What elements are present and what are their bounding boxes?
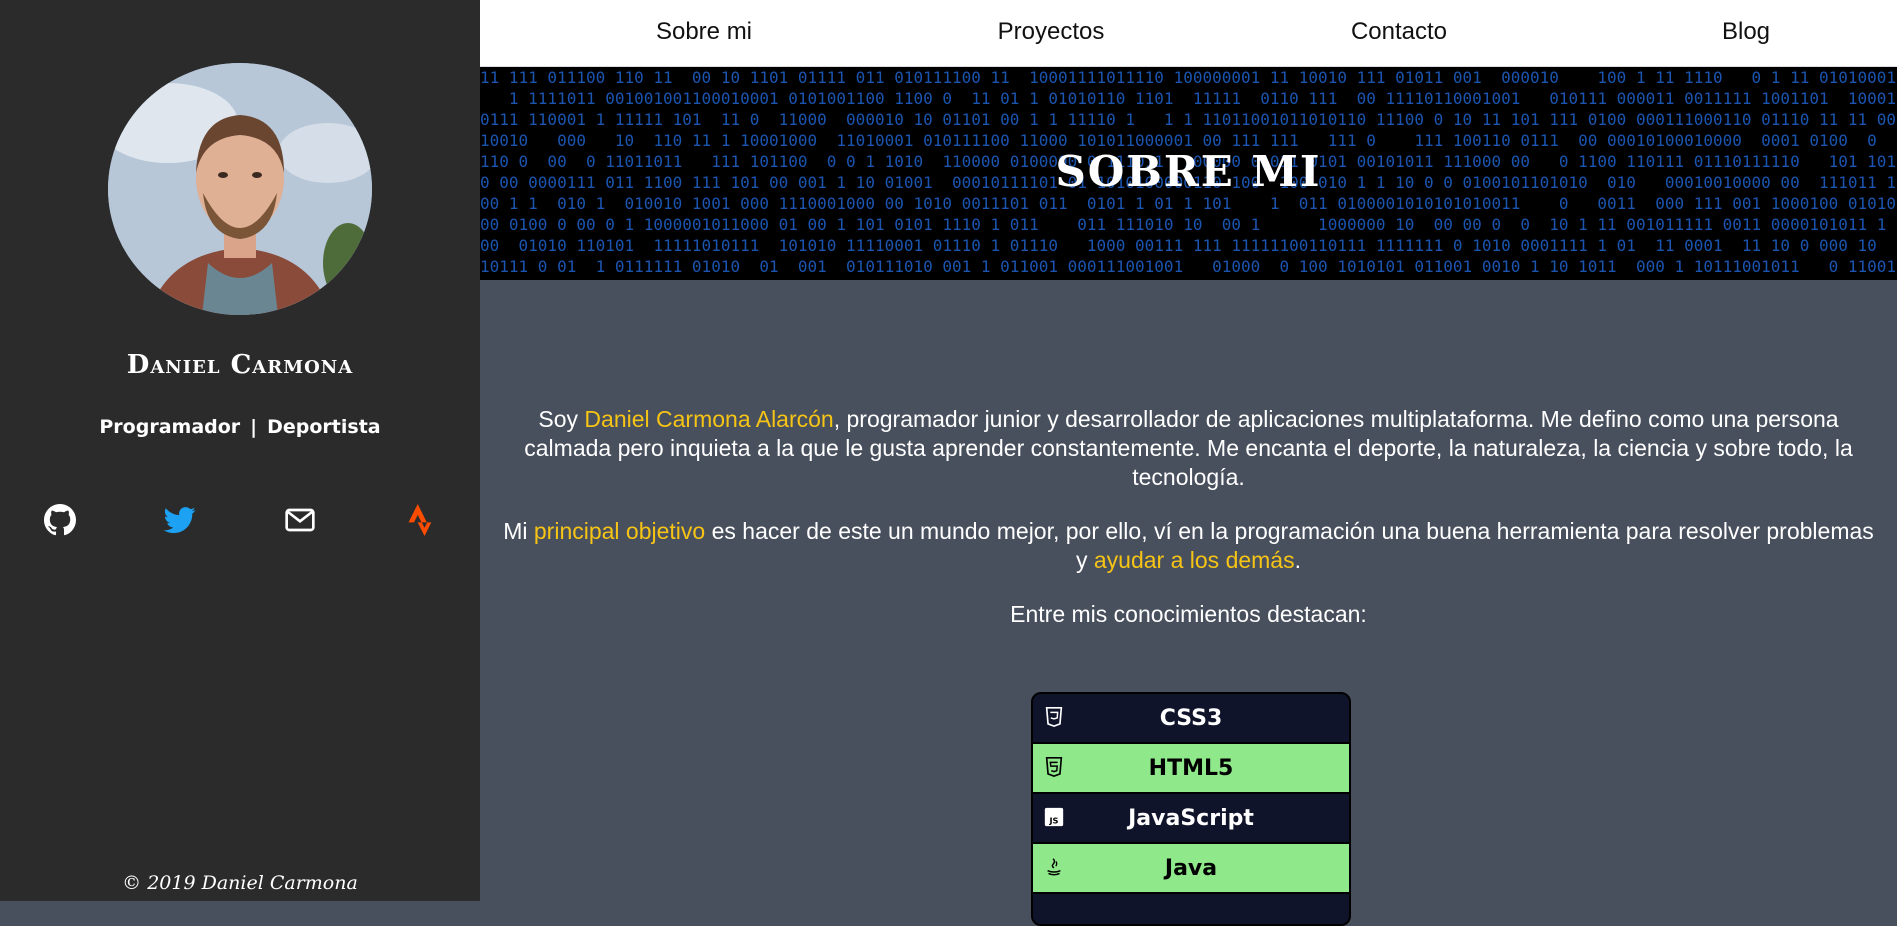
profile-photo	[108, 63, 372, 315]
email-link[interactable]	[280, 500, 320, 540]
role-athlete: Deportista	[267, 416, 381, 438]
strava-link[interactable]	[400, 500, 440, 540]
avatar	[108, 63, 372, 315]
profile-name: Daniel Carmona	[126, 350, 354, 380]
sidebar: Daniel Carmona Programador | Deportista	[0, 0, 480, 901]
about-paragraph-1: Soy Daniel Carmona Alarcón, programador …	[500, 405, 1877, 492]
role-programmer: Programador	[99, 416, 241, 438]
skills-list: CSS3 HTML5 JS JavaScript Java	[1031, 692, 1351, 926]
twitter-link[interactable]	[160, 500, 200, 540]
skill-label: HTML5	[1148, 755, 1234, 781]
top-navigation: Sobre mi Proyectos Contacto Blog	[480, 0, 1897, 67]
p1-prefix: Soy	[538, 406, 585, 432]
p2-prefix: Mi	[503, 518, 534, 544]
skill-label: JavaScript	[1128, 805, 1254, 831]
highlight-objective: principal objetivo	[533, 518, 706, 544]
about-paragraph-3: Entre mis conocimientos destacan:	[1010, 601, 1367, 627]
p2-suffix: .	[1294, 547, 1301, 573]
skill-label: CSS3	[1159, 705, 1223, 731]
nav-blog[interactable]: Blog	[1722, 18, 1770, 46]
skill-item-css3: CSS3	[1033, 694, 1349, 744]
nav-contacto[interactable]: Contacto	[1351, 18, 1447, 46]
java-icon	[1047, 858, 1061, 876]
about-paragraph-2: Mi principal objetivo es hacer de este u…	[500, 517, 1877, 575]
skill-item-html5: HTML5	[1033, 744, 1349, 794]
profile-roles: Programador | Deportista	[0, 416, 480, 438]
nav-sobre-mi[interactable]: Sobre mi	[656, 18, 752, 46]
svg-text:JS: JS	[1048, 815, 1058, 825]
twitter-icon	[164, 507, 196, 534]
role-separator: |	[250, 416, 258, 438]
nav-proyectos[interactable]: Proyectos	[998, 18, 1105, 46]
strava-icon	[408, 504, 432, 536]
css3-icon	[1045, 707, 1063, 728]
banner-title: SOBRE MI	[1055, 147, 1322, 196]
html5-icon	[1045, 757, 1063, 778]
skill-label: Java	[1164, 855, 1218, 881]
copyright-footer: © 2019 Daniel Carmona	[122, 872, 358, 894]
skill-item-javascript: JS JavaScript	[1033, 794, 1349, 844]
javascript-icon: JS	[1044, 807, 1064, 827]
skill-item-java: Java	[1033, 844, 1349, 894]
highlight-help-others: ayudar a los demás	[1093, 547, 1295, 573]
social-links	[0, 500, 480, 540]
github-icon	[44, 504, 76, 536]
highlight-full-name: Daniel Carmona Alarcón	[584, 406, 834, 432]
mail-icon	[285, 508, 315, 532]
github-link[interactable]	[40, 500, 80, 540]
hero-banner: 11 111 011100 110 11 00 10 1101 01111 01…	[480, 67, 1897, 280]
